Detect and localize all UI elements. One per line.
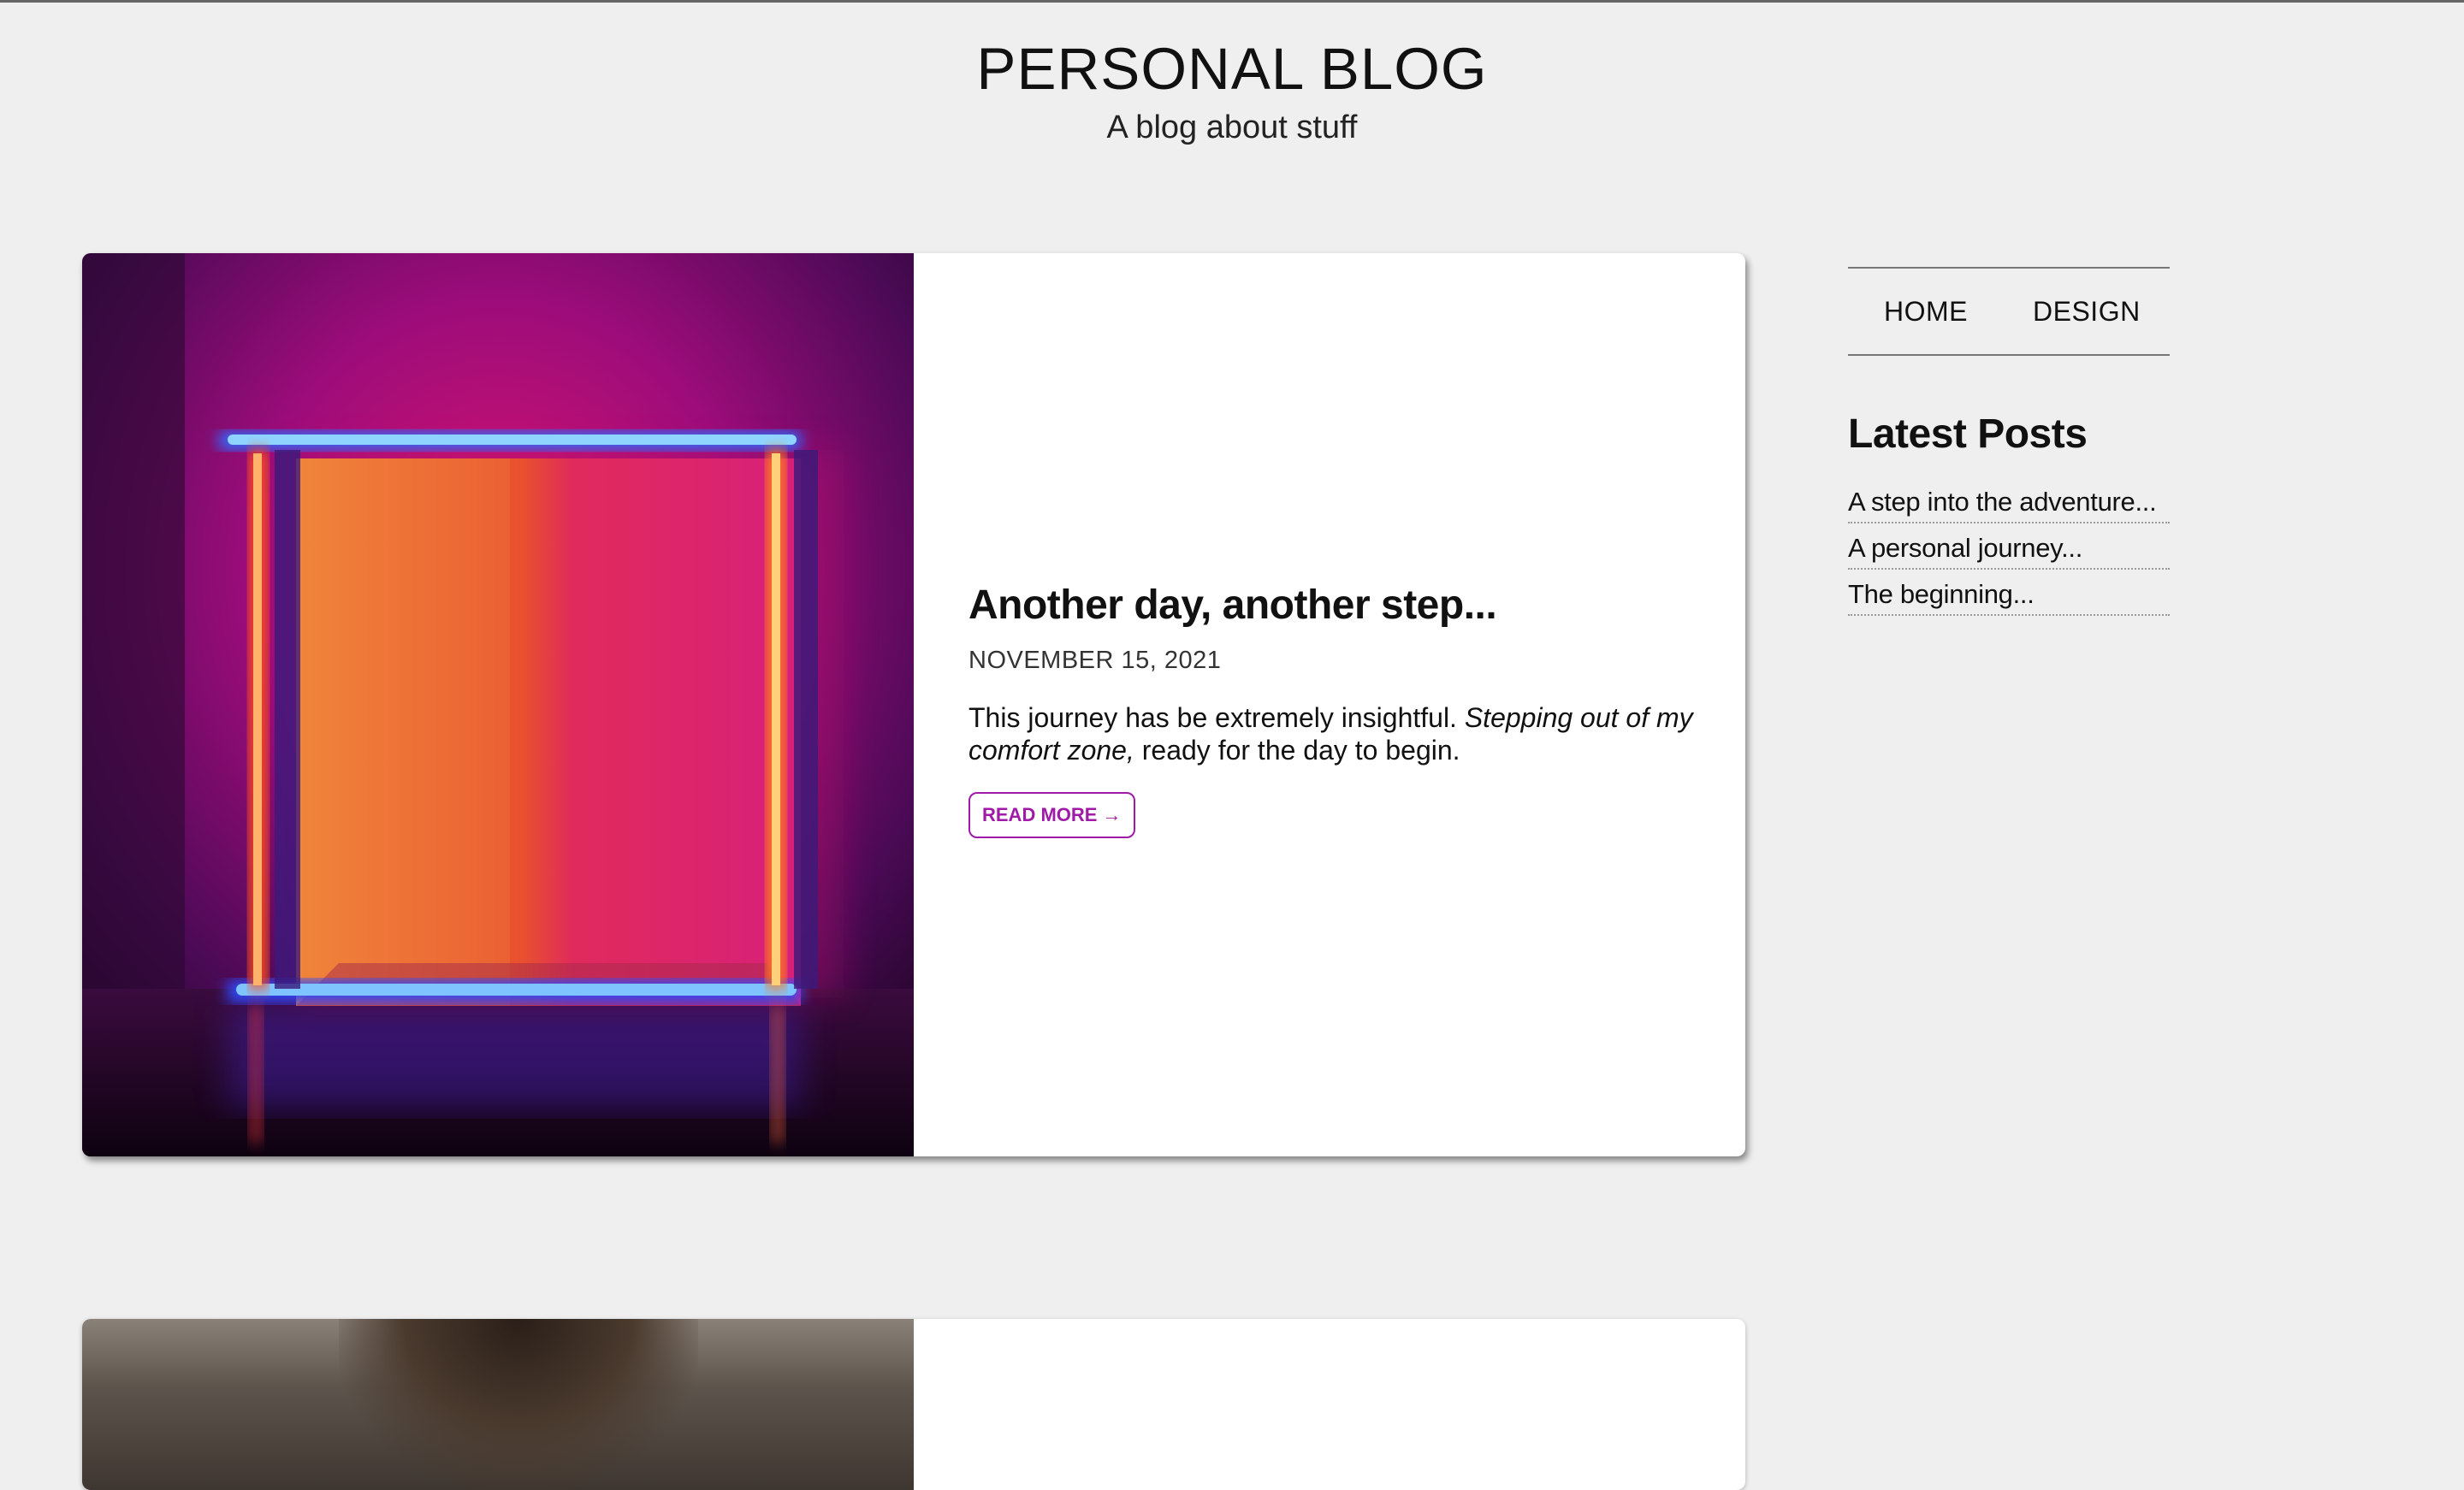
site-title[interactable]: PERSONAL BLOG — [0, 33, 2464, 106]
sidebar: HOME DESIGN Latest Posts A step into the… — [1848, 267, 2170, 616]
list-item: A step into the adventure... — [1848, 477, 2170, 523]
post-image-neon-light-sculpture[interactable] — [82, 253, 914, 1156]
nav-item-design[interactable]: DESIGN — [2033, 296, 2141, 328]
site-tagline: A blog about stuff — [1106, 109, 1358, 145]
excerpt-text: This journey has be extremely insightful… — [968, 702, 1465, 733]
excerpt-text-end: ready for the day to begin. — [1134, 735, 1460, 766]
top-rule — [0, 0, 2464, 3]
site-header: PERSONAL BLOG A blog about stuff — [0, 33, 2464, 149]
nav-item-home[interactable]: HOME — [1884, 296, 1968, 328]
list-item: A personal journey... — [1848, 523, 2170, 570]
main-nav: HOME DESIGN — [1848, 267, 2170, 356]
latest-post-link[interactable]: A step into the adventure... — [1848, 487, 2157, 517]
post-card: Another day, another step... NOVEMBER 15… — [82, 253, 1745, 1156]
latest-post-link[interactable]: A personal journey... — [1848, 533, 2082, 563]
post-card-next — [82, 1319, 1745, 1490]
latest-posts-heading: Latest Posts — [1848, 411, 2088, 457]
portrait-hair-shape — [339, 1319, 698, 1490]
latest-posts-list: A step into the adventure... A personal … — [1848, 477, 2170, 616]
read-more-button[interactable]: READ MORE → — [968, 792, 1135, 838]
latest-post-link[interactable]: The beginning... — [1848, 579, 2035, 609]
post-excerpt: This journey has be extremely insightful… — [968, 701, 1721, 766]
post-image-portrait[interactable] — [82, 1319, 914, 1490]
post-date: NOVEMBER 15, 2021 — [968, 647, 1222, 674]
post-title[interactable]: Another day, another step... — [968, 580, 1721, 631]
post-body: Another day, another step... NOVEMBER 15… — [968, 580, 1721, 838]
list-item: The beginning... — [1848, 570, 2170, 616]
